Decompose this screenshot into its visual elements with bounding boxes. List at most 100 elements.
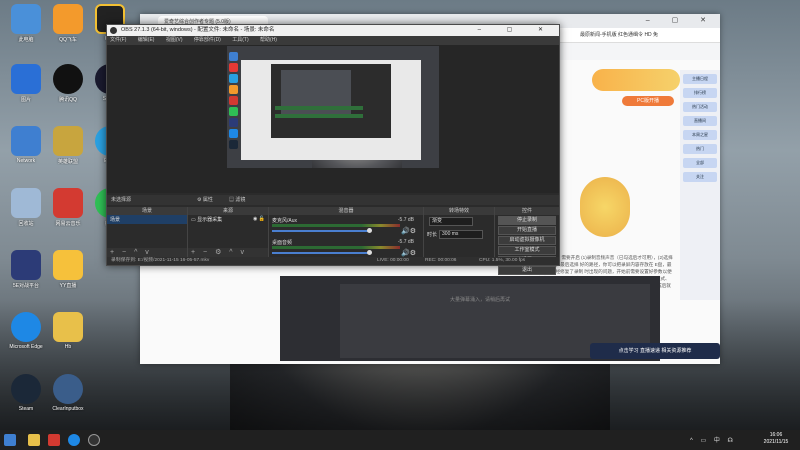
- scene-item[interactable]: 场景: [107, 215, 187, 224]
- scenes-dock: 场景 场景 + − ^ v: [107, 207, 188, 257]
- source-toolbar: 未选择源 ⚙ 属性 ▤ 滤镜: [107, 195, 559, 205]
- source-item[interactable]: ▭ 显示器采集 ◉ 🔓: [188, 215, 268, 224]
- lol-icon: [53, 126, 83, 156]
- volume-slider-knob[interactable]: [367, 228, 372, 233]
- desktop-icon-5e[interactable]: 5E对战平台: [4, 250, 48, 300]
- properties-button[interactable]: ⚙ 属性: [197, 195, 213, 205]
- speaker-gear-icon[interactable]: 🔊⚙: [401, 227, 416, 235]
- desktop-icon-yy[interactable]: YY直播: [46, 250, 90, 300]
- volume-slider-knob[interactable]: [367, 250, 372, 255]
- desktop-icon-netease-music[interactable]: 网易云音乐: [46, 188, 90, 238]
- circle-app-icon: [53, 374, 83, 404]
- duration-input[interactable]: 300 ms: [439, 230, 484, 239]
- file-explorer-icon[interactable]: [28, 434, 40, 446]
- mixer-channel-mic: 麦克风/Aux -5.7 dB 🔊⚙: [272, 217, 420, 237]
- favorites-bar[interactable]: 最原新闻-手机版 红色通缉令 HD 免: [580, 31, 658, 38]
- sidebar-item[interactable]: 直播间: [683, 116, 717, 126]
- mixer-header: 混音器: [269, 207, 423, 215]
- sidebar-item[interactable]: 关注: [683, 172, 717, 182]
- study-banner[interactable]: 点击学习 直播速递 相关资源推荐: [590, 343, 720, 359]
- cartoon-mascot: [580, 177, 630, 237]
- volume-slider[interactable]: [272, 252, 370, 254]
- desktop-icon-clearinputbox[interactable]: ClearInputbox: [46, 374, 90, 424]
- live-time: LIVE: 00:00:00: [377, 258, 409, 263]
- app-icon: [229, 118, 238, 127]
- menu-file[interactable]: 文件(F): [110, 37, 126, 43]
- desktop-icon-steam[interactable]: Steam: [4, 374, 48, 424]
- sidebar-item[interactable]: 全部: [683, 158, 717, 168]
- obs-menubar: 文件(F) 编辑(E) 视图(V) 停靠部件(D) 工具(T) 帮助(H): [107, 36, 559, 45]
- folder-icon: [53, 312, 83, 342]
- obs-window-controls[interactable]: – ▢ ✕: [478, 25, 555, 36]
- recursive-capture: [241, 60, 421, 160]
- desktop: 此电脑 QQ飞车 OBS 图片 腾讯QQ Steam Network 英雄联盟 …: [0, 0, 800, 430]
- app-icon: [229, 63, 238, 72]
- sidebar-item[interactable]: 主播日程: [683, 74, 717, 84]
- start-streaming-button[interactable]: 开始直播: [498, 226, 556, 235]
- desktop-icon-pictures[interactable]: 图片: [4, 64, 48, 114]
- clock-date: 2021/11/15: [763, 439, 789, 445]
- desktop-icon-network[interactable]: Network: [4, 126, 48, 176]
- scenes-toolbar[interactable]: + − ^ v: [107, 248, 187, 257]
- window-controls[interactable]: – ▢ ✕: [646, 16, 716, 24]
- pictures-icon: [11, 64, 41, 94]
- app-icon: [229, 129, 238, 138]
- desktop-icon-qq[interactable]: 腾讯QQ: [46, 64, 90, 114]
- menu-view[interactable]: 视图(V): [166, 37, 183, 43]
- desktop-icon-recycle-bin[interactable]: 回收站: [4, 188, 48, 238]
- preview-canvas[interactable]: [227, 46, 439, 168]
- live-button[interactable]: PC版开播: [622, 96, 674, 106]
- menu-docks[interactable]: 停靠部件(D): [194, 37, 221, 43]
- volume-slider[interactable]: [272, 230, 370, 232]
- obs-window: OBS 27.1.3 (64-bit, windows) - 配置文件: 未命名…: [106, 24, 560, 275]
- menu-help[interactable]: 帮助(H): [260, 37, 277, 43]
- qq-speed-icon: [53, 4, 83, 34]
- network-icon: [11, 126, 41, 156]
- sidebar-item[interactable]: 排行榜: [683, 88, 717, 98]
- visibility-icon[interactable]: ◉ 🔓: [253, 216, 265, 222]
- app-icon: [229, 74, 238, 83]
- transitions-dock: 转场特效 渐变 时长 300 ms: [424, 207, 495, 257]
- desktop-icon-this-pc[interactable]: 此电脑: [4, 4, 48, 54]
- studio-mode-button[interactable]: 工作室模式: [498, 246, 556, 255]
- menu-tools[interactable]: 工具(T): [232, 37, 248, 43]
- clock[interactable]: 16:06 2021/11/15: [756, 432, 796, 446]
- virtual-camera-button[interactable]: 启动虚拟摄像机: [498, 236, 556, 245]
- netease-music-icon: [53, 188, 83, 218]
- sidebar-item[interactable]: 本周之星: [683, 130, 717, 140]
- stop-recording-button[interactable]: 停止录制: [498, 216, 556, 225]
- transition-type[interactable]: 渐变: [424, 215, 494, 228]
- obs-statusbar: 录制保存到: E:/视频/2021-11-15 16-05-57.mkv LIV…: [107, 257, 559, 265]
- obs-title-text: OBS 27.1.3 (64-bit, windows) - 配置文件: 未命名…: [121, 27, 275, 33]
- edge-icon[interactable]: [68, 434, 80, 446]
- desktop-icon-microsoft-edge[interactable]: Microsoft Edge: [4, 312, 48, 362]
- recursive-meter: [275, 106, 363, 110]
- obs-preview[interactable]: [107, 45, 559, 193]
- comment-hint: 大量弹幕涌入，请稍后再试: [450, 297, 511, 303]
- volume-meter: [272, 224, 400, 227]
- speaker-gear-icon[interactable]: 🔊⚙: [401, 249, 416, 257]
- desktop-icon-lol[interactable]: 英雄联盟: [46, 126, 90, 176]
- filters-button[interactable]: ▤ 滤镜: [229, 195, 245, 205]
- sidebar-item[interactable]: 热门活动: [683, 102, 717, 112]
- sources-toolbar[interactable]: + − ⚙ ^ v: [188, 248, 268, 257]
- desktop-icon-folder[interactable]: Hb: [46, 312, 90, 362]
- app-icon[interactable]: [48, 434, 60, 446]
- live-banner[interactable]: [592, 69, 680, 91]
- no-source-label: 未选择源: [111, 197, 132, 203]
- start-icon[interactable]: [4, 434, 16, 446]
- sidebar-item[interactable]: 热门: [683, 144, 717, 154]
- controls-dock: 控件 停止录制 开始直播 启动虚拟摄像机 工作室模式 设置 退出: [495, 207, 559, 275]
- yy-icon: [53, 250, 83, 280]
- app-icon: [229, 140, 238, 149]
- obs-docks: 场景 场景 + − ^ v 来源 ▭ 显示器采集 ◉ 🔓 + − ⚙ ^ v 混…: [107, 207, 559, 275]
- scenes-header: 场景: [107, 207, 187, 215]
- obs-icon[interactable]: [88, 434, 100, 446]
- transition-select[interactable]: 渐变: [429, 217, 473, 226]
- taskbar: ^ ▭ 中 ☊ 16:06 2021/11/15: [0, 430, 800, 450]
- system-tray[interactable]: ^ ▭ 中 ☊: [690, 435, 736, 444]
- channel-db: -5.7 dB: [397, 217, 414, 223]
- menu-edit[interactable]: 编辑(E): [138, 37, 155, 43]
- desktop-icon-qq-speed[interactable]: QQ飞车: [46, 4, 90, 54]
- exit-button[interactable]: 退出: [498, 266, 556, 275]
